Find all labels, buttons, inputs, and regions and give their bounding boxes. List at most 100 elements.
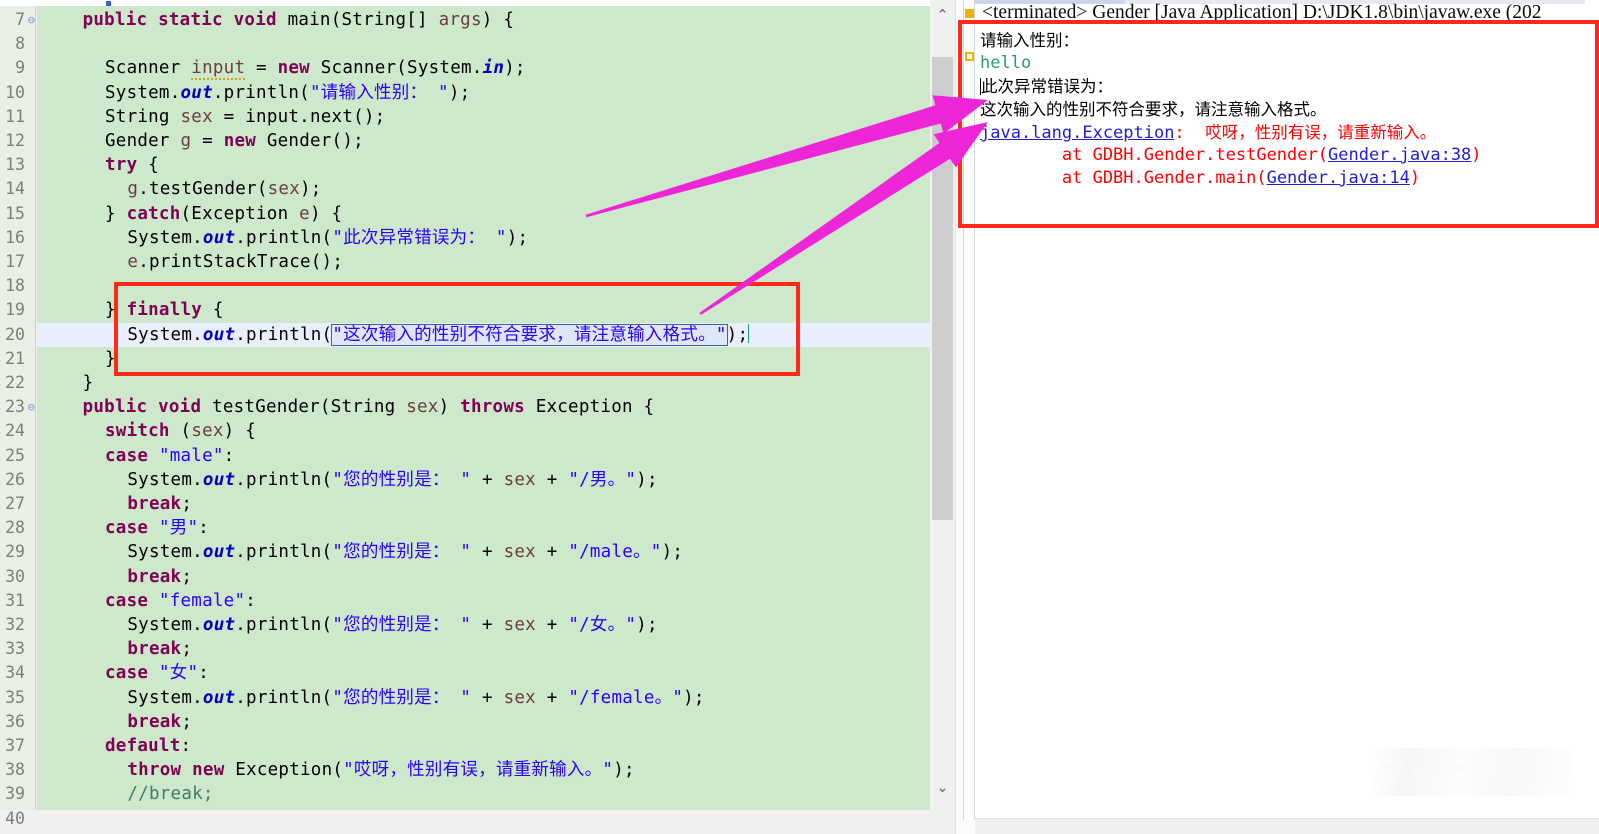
code-line[interactable]: System.out.println("这次输入的性别不符合要求，请注意输入格式… bbox=[37, 322, 930, 347]
line-number: 23 bbox=[5, 397, 25, 417]
line-number: 11 bbox=[5, 106, 25, 126]
line-number: 22 bbox=[5, 373, 25, 392]
console-ruler-marker[interactable] bbox=[965, 9, 974, 18]
stack-frame-link[interactable]: Gender.java:38 bbox=[1328, 145, 1471, 165]
stack-frame-link[interactable]: Gender.java:14 bbox=[1267, 168, 1410, 188]
editor-scrollbar-thumb[interactable] bbox=[932, 57, 953, 520]
code-line[interactable]: } bbox=[37, 347, 930, 371]
console-output-body[interactable]: 请输入性别： hello 此次异常错误为： 这次输入的性别不符合要求，请注意输入格式。… bbox=[975, 27, 1599, 834]
editor-vertical-scrollbar[interactable]: ⌃ ⌄ bbox=[930, 0, 955, 834]
exception-type-link[interactable]: java.lang.Exception bbox=[980, 123, 1174, 143]
console-ruler-marker[interactable] bbox=[965, 52, 974, 61]
code-line[interactable]: e.printStackTrace(); bbox=[37, 250, 930, 274]
code-line[interactable]: break; bbox=[37, 710, 930, 734]
line-number: 37 bbox=[5, 736, 25, 755]
line-number: 21 bbox=[5, 348, 25, 368]
code-line[interactable]: System.out.println("您的性别是： " + sex + "/m… bbox=[37, 540, 930, 564]
code-fold-toggle-icon[interactable]: ⊖ bbox=[28, 8, 35, 32]
editor-code-area[interactable]: public static void main(String[] args) {… bbox=[37, 6, 930, 810]
line-number: 17 bbox=[5, 252, 25, 271]
line-number: 18 bbox=[5, 276, 25, 296]
code-line[interactable]: System.out.println("您的性别是： " + sex + "/f… bbox=[37, 686, 930, 710]
line-number: 29 bbox=[5, 542, 25, 562]
line-number: 32 bbox=[5, 615, 25, 634]
exception-message: 哎呀，性别有误，请重新输入。 bbox=[1205, 123, 1437, 142]
console-exception-line[interactable]: java.lang.Exception: 哎呀，性别有误，请重新输入。 bbox=[980, 121, 1436, 144]
code-line[interactable]: try { bbox=[37, 153, 930, 177]
code-line[interactable]: case "男": bbox=[37, 516, 930, 540]
console-stack-line[interactable]: at GDBH.Gender.testGender(Gender.java:38… bbox=[980, 144, 1482, 167]
line-number: 9 bbox=[15, 58, 25, 78]
console-overview-ruler[interactable] bbox=[963, 0, 975, 820]
ide-window: 7 ⊖ 8 9 10 11 12 13 14 15 16 17 18 19 20 21 22 23 ⊖ 24 25 26 2… bbox=[0, 0, 1599, 834]
code-line[interactable]: public static void main(String[] args) { bbox=[37, 8, 930, 32]
line-number: 10 bbox=[5, 82, 25, 102]
line-number: 30 bbox=[5, 566, 25, 586]
line-number: 38 bbox=[5, 760, 25, 780]
line-number: 8 bbox=[15, 34, 25, 54]
line-number: 35 bbox=[5, 687, 25, 707]
code-line[interactable] bbox=[37, 32, 930, 56]
code-line[interactable]: break; bbox=[37, 492, 930, 516]
line-number: 13 bbox=[5, 155, 25, 175]
code-line[interactable]: } finally { bbox=[37, 298, 930, 322]
console-line: hello bbox=[980, 53, 1032, 73]
code-line[interactable]: System.out.println("您的性别是： " + sex + "/女… bbox=[37, 613, 930, 637]
line-number: 27 bbox=[5, 494, 25, 513]
console-line: 此次异常错误为： bbox=[980, 77, 1113, 96]
line-number: 7 bbox=[15, 10, 25, 29]
code-fold-toggle-icon[interactable]: ⊖ bbox=[28, 395, 35, 419]
console-horizontal-scrollbar[interactable] bbox=[975, 818, 1599, 834]
watermark-text: — ∨ — — bbox=[1378, 759, 1468, 776]
code-line[interactable]: System.out.println("此次异常错误为： "); bbox=[37, 226, 930, 250]
code-line[interactable]: System.out.println("请输入性别： "); bbox=[37, 81, 930, 105]
code-line[interactable]: //break; bbox=[37, 782, 930, 806]
line-number: 16 bbox=[5, 227, 25, 247]
code-line[interactable]: } bbox=[37, 807, 930, 810]
code-line[interactable]: break; bbox=[37, 637, 930, 661]
code-line[interactable]: public void testGender(String sex) throw… bbox=[37, 395, 930, 419]
line-number: 34 bbox=[5, 663, 25, 683]
line-number: 39 bbox=[5, 784, 25, 804]
code-line[interactable]: Scanner input = new Scanner(System.in); bbox=[37, 56, 930, 81]
exception-separator: : bbox=[1174, 123, 1206, 143]
code-line[interactable]: case "male": bbox=[37, 444, 930, 468]
code-line[interactable]: switch (sex) { bbox=[37, 419, 930, 443]
console-pane[interactable]: <terminated> Gender [Java Application] D… bbox=[975, 0, 1599, 834]
code-line[interactable]: default: bbox=[37, 734, 930, 758]
line-number: 28 bbox=[5, 518, 25, 538]
code-line[interactable]: } catch(Exception e) { bbox=[37, 202, 930, 226]
line-number: 24 bbox=[5, 421, 25, 441]
line-number: 20 bbox=[5, 324, 25, 344]
line-number: 12 bbox=[5, 131, 25, 150]
console-stack-line[interactable]: at GDBH.Gender.main(Gender.java:14) bbox=[980, 167, 1420, 190]
stack-frame-paren: ) bbox=[1409, 168, 1421, 188]
stack-frame-text: at GDBH.Gender.testGender( bbox=[980, 145, 1328, 165]
line-number: 19 bbox=[5, 300, 25, 320]
pane-splitter[interactable] bbox=[955, 0, 975, 834]
code-line[interactable]: } bbox=[37, 371, 930, 395]
code-line[interactable]: break; bbox=[37, 565, 930, 589]
line-number: 36 bbox=[5, 711, 25, 731]
line-number: 31 bbox=[5, 590, 25, 610]
scroll-up-arrow-icon[interactable]: ⌃ bbox=[930, 2, 955, 28]
line-number: 15 bbox=[5, 203, 25, 223]
code-line[interactable]: case "female": bbox=[37, 589, 930, 613]
line-number: 40 bbox=[5, 808, 25, 828]
stack-frame-text: at GDBH.Gender.main( bbox=[980, 168, 1267, 188]
code-line[interactable]: case "女": bbox=[37, 661, 930, 685]
code-line[interactable]: System.out.println("您的性别是： " + sex + "/男… bbox=[37, 468, 930, 492]
code-line[interactable]: throw new Exception("哎呀，性别有误，请重新输入。"); bbox=[37, 758, 930, 782]
console-line: 这次输入的性别不符合要求，请注意输入格式。 bbox=[980, 100, 1327, 119]
scroll-down-arrow-icon[interactable]: ⌄ bbox=[930, 774, 955, 800]
code-line[interactable]: Gender g = new Gender(); bbox=[37, 129, 930, 153]
code-line[interactable] bbox=[37, 274, 930, 298]
line-number: 33 bbox=[5, 639, 25, 659]
stack-frame-paren: ) bbox=[1471, 145, 1482, 165]
code-line[interactable]: String sex = input.next(); bbox=[37, 105, 930, 129]
console-line: 请输入性别： bbox=[980, 31, 1079, 50]
line-number: 25 bbox=[5, 445, 25, 465]
code-line[interactable]: g.testGender(sex); bbox=[37, 177, 930, 201]
java-editor-pane[interactable]: 7 ⊖ 8 9 10 11 12 13 14 15 16 17 18 19 20 21 22 23 ⊖ 24 25 26 2… bbox=[0, 0, 955, 834]
editor-line-number-gutter[interactable]: 7 ⊖ 8 9 10 11 12 13 14 15 16 17 18 19 20 21 22 23 ⊖ 24 25 26 2… bbox=[0, 6, 36, 828]
